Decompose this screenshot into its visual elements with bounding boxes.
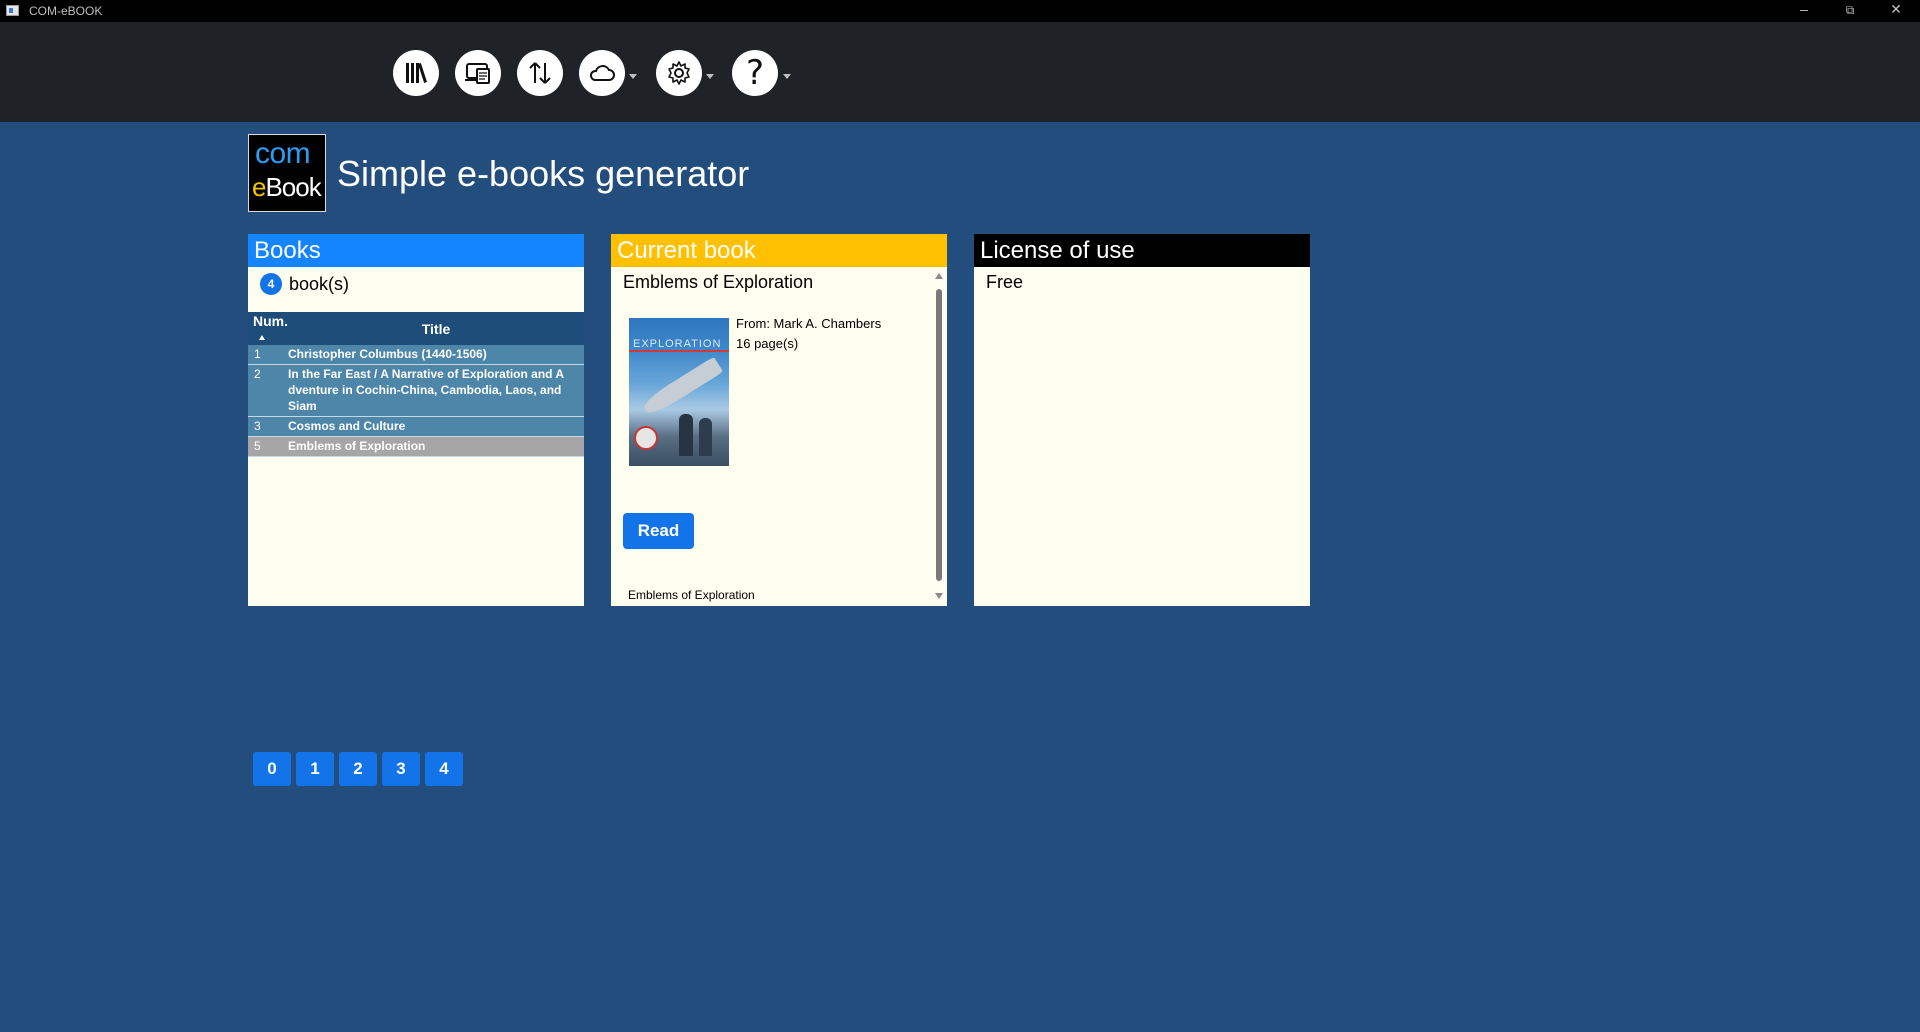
book-count-badge: 4 xyxy=(260,273,282,295)
cover-stripe xyxy=(629,350,729,352)
scrollbar[interactable] xyxy=(931,267,947,606)
scroll-down-arrow-icon[interactable] xyxy=(935,593,943,599)
gear-icon xyxy=(668,61,690,85)
row-num: 2 xyxy=(248,364,288,417)
cloud-dropdown-caret[interactable] xyxy=(629,74,637,79)
page-button-0[interactable]: 0 xyxy=(253,752,291,786)
app-icon xyxy=(6,5,19,16)
library-icon xyxy=(406,63,428,83)
page-button-4[interactable]: 4 xyxy=(425,752,463,786)
page-title: Simple e-books generator xyxy=(337,153,750,194)
cover-seal xyxy=(634,426,658,450)
row-num: 3 xyxy=(248,416,288,437)
license-panel: License of use Free xyxy=(974,234,1310,606)
pagination: 0 1 2 3 4 xyxy=(253,752,463,786)
page-button-2[interactable]: 2 xyxy=(339,752,377,786)
table-row[interactable]: 3 Cosmos and Culture xyxy=(248,416,584,437)
sort-arrows-icon xyxy=(529,62,551,84)
scroll-thumb[interactable] xyxy=(936,289,942,581)
book-author: From: Mark A. Chambers xyxy=(736,316,882,331)
minimize-button[interactable]: – xyxy=(1794,1,1814,17)
sort-asc-icon xyxy=(259,335,265,341)
toolbar: ? xyxy=(0,22,1920,122)
column-header-title[interactable]: Title xyxy=(288,312,584,345)
library-button[interactable] xyxy=(393,50,439,96)
table-row[interactable]: 2 In the Far East / A Narrative of Explo… xyxy=(248,364,584,417)
settings-dropdown-caret[interactable] xyxy=(706,74,714,79)
cover-title-text: EXPLORATION xyxy=(633,338,722,350)
table-row-selected[interactable]: 5 Emblems of Exploration xyxy=(248,436,584,457)
app-logo: com eBook xyxy=(248,134,326,212)
license-text: Free xyxy=(986,272,1024,292)
row-num: 5 xyxy=(248,436,288,457)
page-button-1[interactable]: 1 xyxy=(296,752,334,786)
title-bar: COM-eBOOK – ⧉ ✕ xyxy=(0,0,1920,22)
close-button[interactable]: ✕ xyxy=(1886,1,1906,18)
row-title: Cosmos and Culture xyxy=(288,416,584,437)
book-count-row: 4 book(s) xyxy=(260,272,349,296)
devices-button[interactable] xyxy=(455,50,501,96)
read-button[interactable]: Read xyxy=(623,513,694,549)
row-title: Emblems of Exploration xyxy=(288,436,584,457)
cover-person xyxy=(699,418,712,456)
book-count-label: book(s) xyxy=(289,273,350,294)
column-num-label: Num. xyxy=(253,312,288,329)
restore-button[interactable]: ⧉ xyxy=(1840,3,1860,18)
cover-person xyxy=(679,414,693,456)
books-panel: Books 4 book(s) Num. Title 1 Christopher… xyxy=(248,234,584,606)
settings-button[interactable] xyxy=(656,50,702,96)
column-header-num[interactable]: Num. xyxy=(248,312,288,345)
page-button-3[interactable]: 3 xyxy=(382,752,420,786)
cloud-button[interactable] xyxy=(579,50,625,96)
table-row[interactable]: 1 Christopher Columbus (1440-1506) xyxy=(248,345,584,365)
logo-top-text: com xyxy=(255,137,311,170)
devices-icon xyxy=(465,63,490,84)
logo-e: e xyxy=(252,172,267,202)
current-book-panel-title: Current book xyxy=(611,234,947,267)
row-title: In the Far East / A Narrative of Explora… xyxy=(288,364,584,417)
scroll-up-arrow-icon[interactable] xyxy=(935,273,943,279)
cover-jet xyxy=(640,356,724,418)
current-book-title: Emblems of Exploration xyxy=(623,272,814,292)
logo-book: Book xyxy=(265,172,321,202)
books-panel-title: Books xyxy=(248,234,584,267)
row-num: 1 xyxy=(248,345,288,365)
window-title: COM-eBOOK xyxy=(29,4,103,18)
license-panel-title: License of use xyxy=(974,234,1310,267)
logo-bottom-text: eBook xyxy=(252,172,322,203)
row-title: Christopher Columbus (1440-1506) xyxy=(288,345,584,365)
current-book-footer: Emblems of Exploration xyxy=(628,588,755,602)
help-button[interactable]: ? xyxy=(732,50,778,96)
help-dropdown-caret[interactable] xyxy=(783,74,791,79)
help-icon: ? xyxy=(745,53,765,93)
book-cover-image[interactable]: EXPLORATION xyxy=(629,318,729,466)
cloud-icon xyxy=(589,65,615,81)
book-pages: 16 page(s) xyxy=(736,336,799,351)
current-book-panel: Current book Emblems of Exploration EXPL… xyxy=(611,234,947,606)
books-table: Num. Title 1 Christopher Columbus (1440-… xyxy=(248,312,584,457)
import-export-button[interactable] xyxy=(517,50,563,96)
